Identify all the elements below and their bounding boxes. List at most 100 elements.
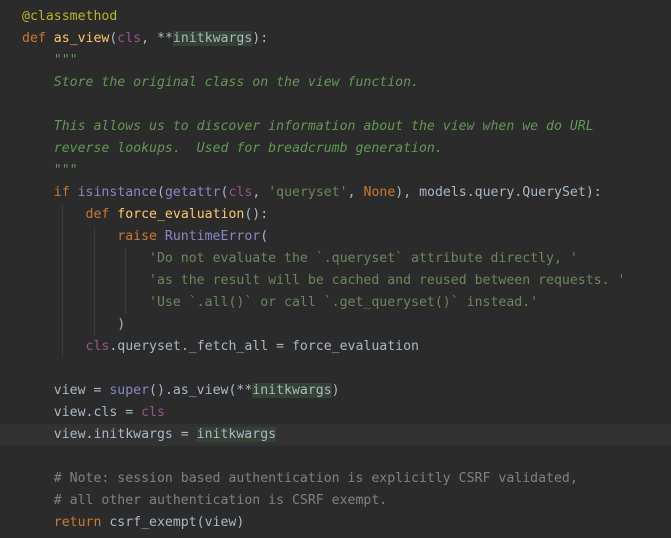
code-text: if isinstance(getattr(cls, 'queryset', N…	[22, 182, 602, 204]
code-text: return csrf_exempt(view)	[22, 512, 245, 534]
code-line[interactable]: reverse lookups. Used for breadcrumb gen…	[0, 138, 671, 160]
code-text: # Note: session based authentication is …	[22, 468, 578, 490]
code-token: @classmethod	[22, 9, 118, 24]
code-token: cls	[85, 339, 110, 354]
code-token: 'Do not evaluate the `.queryset` attribu…	[149, 251, 578, 266]
code-line[interactable]	[0, 358, 671, 380]
code-line[interactable]: # Note: session based authentication is …	[0, 468, 671, 490]
code-line[interactable]: view = super().as_view(**initkwargs)	[0, 380, 671, 402]
code-token: (	[157, 185, 165, 200]
code-text: )	[22, 314, 125, 336]
code-token: """	[53, 163, 78, 178]
code-line[interactable]	[0, 446, 671, 468]
code-token: Store the original class on the view fun…	[53, 75, 419, 90]
code-token: 'as the result will be cached and reused…	[149, 273, 626, 288]
code-line[interactable]: This allows us to discover information a…	[0, 116, 671, 138]
code-token: cls	[141, 405, 165, 420]
code-token: def	[22, 31, 54, 46]
code-token: (	[260, 229, 269, 244]
code-editor[interactable]: @classmethod def as_view(cls, **initkwarg…	[0, 0, 671, 538]
code-text: cls.queryset._fetch_all = force_evaluati…	[22, 336, 419, 358]
code-token: RuntimeError	[164, 229, 261, 244]
code-token: # all other authentication is CSRF exemp…	[53, 493, 388, 508]
code-token: def	[85, 207, 118, 222]
code-line[interactable]: )	[0, 314, 671, 336]
code-text: view.cls = cls	[22, 402, 165, 424]
code-token: reverse lookups. Used for breadcrumb gen…	[53, 141, 443, 156]
code-text: # all other authentication is CSRF exemp…	[22, 490, 387, 512]
code-line[interactable]: view.initkwargs = initkwargs	[0, 424, 671, 446]
code-line[interactable]: return csrf_exempt(view)	[0, 512, 671, 534]
code-token: initkwargs	[196, 427, 277, 442]
code-token: """	[53, 53, 78, 68]
code-text: @classmethod	[22, 6, 117, 28]
code-line[interactable]: 'as the result will be cached and reused…	[0, 270, 671, 292]
code-token: isinstance	[77, 185, 157, 200]
code-line[interactable]: @classmethod	[0, 6, 671, 28]
code-text: This allows us to discover information a…	[22, 116, 594, 138]
code-line[interactable]: raise RuntimeError(	[0, 226, 671, 248]
code-token: if	[53, 185, 78, 200]
code-line[interactable]: # all other authentication is CSRF exemp…	[0, 490, 671, 512]
code-token: raise	[117, 229, 165, 244]
code-token: return	[53, 515, 110, 530]
code-line[interactable]: if isinstance(getattr(cls, 'queryset', N…	[0, 182, 671, 204]
code-line[interactable]: def as_view(cls, **initkwargs):	[0, 28, 671, 50]
code-text: raise RuntimeError(	[22, 226, 268, 248]
code-token: )	[331, 383, 340, 398]
code-line[interactable]: cls.queryset._fetch_all = force_evaluati…	[0, 336, 671, 358]
code-token: ,	[252, 185, 269, 200]
code-text: 'as the result will be cached and reused…	[22, 270, 625, 292]
code-token: This allows us to discover information a…	[53, 119, 594, 134]
code-token: view.cls =	[22, 405, 142, 420]
code-token: cls	[117, 31, 142, 46]
code-line[interactable]: """	[0, 160, 671, 182]
code-line[interactable]: Store the original class on the view fun…	[0, 72, 671, 94]
code-token: super	[109, 383, 150, 398]
code-line[interactable]: def force_evaluation():	[0, 204, 671, 226]
code-token: ,	[347, 185, 364, 200]
code-line[interactable]: 'Use `.all()` or call `.get_queryset()` …	[0, 292, 671, 314]
code-token: initkwargs	[172, 31, 253, 46]
code-token: ():	[244, 207, 269, 222]
code-token: view.initkwargs =	[22, 427, 197, 442]
code-token: cls	[228, 185, 253, 200]
code-token: )	[22, 317, 126, 332]
code-token: ):	[252, 31, 269, 46]
code-line[interactable]: """	[0, 50, 671, 72]
code-token: 'Use `.all()` or call `.get_queryset()` …	[149, 295, 539, 310]
code-token: ), models.query.QuerySet):	[395, 185, 602, 200]
code-line[interactable]	[0, 94, 671, 116]
code-token: csrf_exempt(view)	[109, 515, 245, 530]
code-text: def force_evaluation():	[22, 204, 269, 226]
code-token: initkwargs	[252, 383, 332, 398]
code-line[interactable]: 'Do not evaluate the `.queryset` attribu…	[0, 248, 671, 270]
code-text: """	[22, 160, 78, 182]
code-text: 'Use `.all()` or call `.get_queryset()` …	[22, 292, 538, 314]
code-token: None	[363, 185, 396, 200]
code-token: .queryset._fetch_all = force_evaluation	[109, 339, 420, 354]
code-text: """	[22, 50, 78, 72]
code-text: def as_view(cls, **initkwargs):	[22, 28, 268, 50]
code-token: view =	[22, 383, 110, 398]
code-text: view = super().as_view(**initkwargs)	[22, 380, 340, 402]
code-line[interactable]: view.cls = cls	[0, 402, 671, 424]
code-token: force_evaluation	[117, 207, 245, 222]
code-token: as_view	[53, 31, 110, 46]
code-token: # Note: session based authentication is …	[53, 471, 578, 486]
code-text: Store the original class on the view fun…	[22, 72, 419, 94]
code-text: 'Do not evaluate the `.queryset` attribu…	[22, 248, 578, 270]
code-token: 'queryset'	[268, 185, 348, 200]
code-text: view.initkwargs = initkwargs	[22, 424, 277, 446]
